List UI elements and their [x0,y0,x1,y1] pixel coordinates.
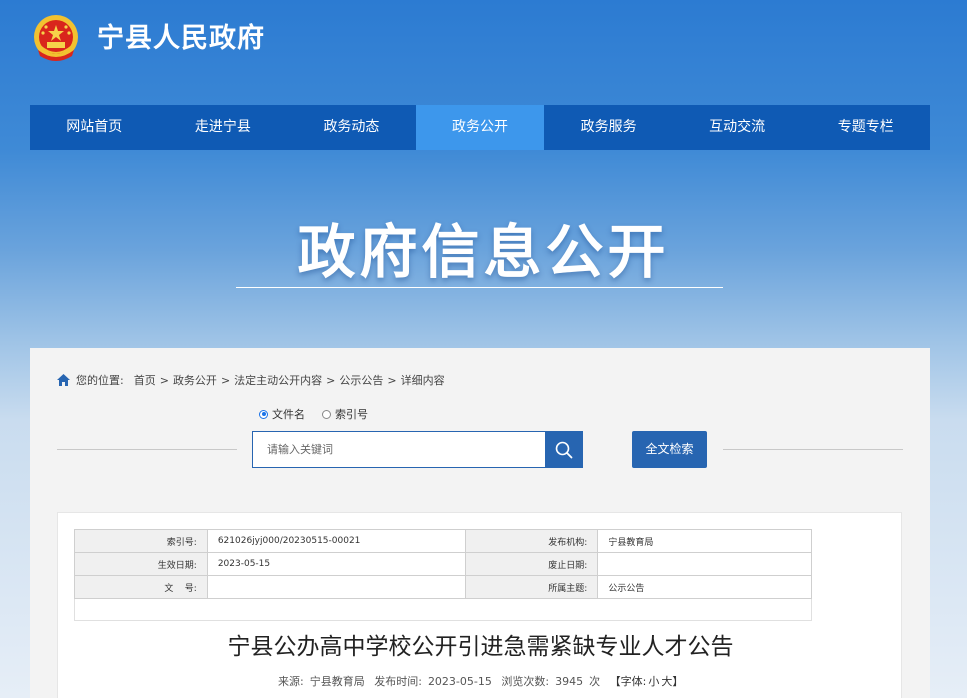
radio-index-indicator[interactable] [322,409,331,419]
meta-topic-value: 公示公告 [597,575,812,599]
search-button[interactable] [545,431,583,468]
breadcrumb-separator: > [220,373,231,387]
breadcrumb-home[interactable]: 首页 [134,372,156,388]
article-card: 索引号: 621026jyj000/20230515-00021 发布机构: 宁… [57,512,902,698]
meta-row: 文 号: 所属主题: 公示公告 [74,575,812,599]
article-title: 宁县公办高中学校公开引进急需紧缺专业人才公告 [227,634,734,660]
nav-item-news[interactable]: 政务动态 [287,105,416,150]
search-input[interactable] [253,432,545,467]
font-size-control: 【字体: 小大】 [610,675,684,688]
meta-repeal-label: 废止日期: [464,552,599,576]
hero-title: 政府信息公开 [297,218,670,286]
nav-item-about[interactable]: 走进宁县 [159,105,288,150]
meta-row: 索引号: 621026jyj000/20230515-00021 发布机构: 宁… [74,529,812,553]
views-label: 浏览次数: [501,675,550,688]
breadcrumb-separator: > [387,373,397,387]
nav-item-services[interactable]: 政务服务 [544,105,673,150]
breadcrumb: 您的位置: 首页 > 政务公开 > 法定主动公开内容 > 公示公告 > 详细内容 [57,372,445,388]
home-icon [57,374,70,386]
views-unit: 次 [589,675,601,688]
radio-index-number[interactable]: 索引号 [322,406,368,422]
source-value: 宁县教育局 [309,675,365,688]
document-meta-table: 索引号: 621026jyj000/20230515-00021 发布机构: 宁… [74,529,812,599]
publish-time-value: 2023-05-15 [427,675,492,688]
national-emblem-icon[interactable] [30,12,82,66]
search-divider-left [57,449,237,450]
meta-repeal-value [597,552,812,576]
search-icon [555,441,573,458]
content-panel: 您的位置: 首页 > 政务公开 > 法定主动公开内容 > 公示公告 > 详细内容… [30,348,930,698]
article-meta: 来源: 宁县教育局 发布时间: 2023-05-15 浏览次数: 3945 次 【字体:… [278,673,689,689]
radio-filename[interactable]: 文件名 [259,406,305,422]
search-box [252,431,583,468]
meta-docno-label: 文 号: [74,575,208,599]
meta-row: 生效日期: 2023-05-15 废止日期: [74,552,812,576]
meta-index-label: 索引号: [74,529,208,553]
font-small-button[interactable]: 小 [648,675,659,688]
radio-filename-label: 文件名 [272,408,305,421]
breadcrumb-notices[interactable]: 公示公告 [339,372,383,388]
meta-publisher-value: 宁县教育局 [597,529,812,553]
fulltext-search-button[interactable]: 全文检索 [632,431,707,468]
nav-item-home[interactable]: 网站首页 [30,105,159,150]
nav-item-interaction[interactable]: 互动交流 [673,105,802,150]
search-type-radios: 文件名 索引号 [259,406,385,422]
meta-effective-value: 2023-05-15 [206,552,466,576]
views-count: 3945 [555,675,584,688]
radio-filename-indicator[interactable] [259,409,268,419]
meta-effective-label: 生效日期: [74,552,208,576]
main-nav: 网站首页 走进宁县 政务动态 政务公开 政务服务 互动交流 专题专栏 [30,105,930,150]
breadcrumb-separator: > [159,373,169,387]
breadcrumb-detail: 详细内容 [400,374,445,387]
search-divider-right [723,449,903,450]
meta-index-value: 621026jyj000/20230515-00021 [206,529,466,553]
site-header: 宁县人民政府 [0,0,967,90]
font-size-label: 【字体: [609,675,647,688]
breadcrumb-statutory-content[interactable]: 法定主动公开内容 [234,372,322,388]
font-large-button[interactable]: 大 [661,675,672,688]
meta-table-footer [74,599,812,621]
site-title[interactable]: 宁县人民政府 [97,16,265,55]
meta-publisher-label: 发布机构: [464,529,599,553]
meta-docno-value [206,575,466,599]
nav-item-special[interactable]: 专题专栏 [801,105,930,150]
meta-topic-label: 所属主题: [464,575,599,599]
source-label: 来源: [278,675,304,688]
hero-divider [236,287,723,288]
publish-time-label: 发布时间: [374,675,422,688]
breadcrumb-separator: > [326,373,336,387]
radio-index-label: 索引号 [335,408,368,421]
breadcrumb-open-government[interactable]: 政务公开 [173,372,217,388]
font-size-close: 】 [672,675,684,688]
nav-item-open-government[interactable]: 政务公开 [415,105,545,150]
breadcrumb-prefix: 您的位置: [76,374,124,387]
